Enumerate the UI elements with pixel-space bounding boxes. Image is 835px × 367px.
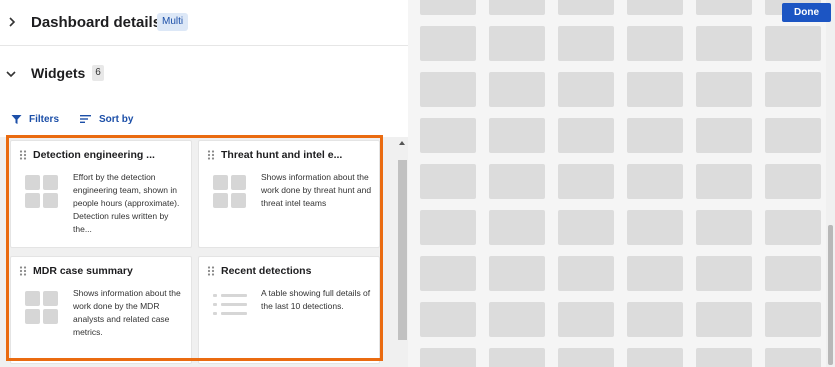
grid-placeholder-cell <box>696 302 752 337</box>
chevron-right-icon[interactable] <box>6 16 18 28</box>
canvas-scrollbar[interactable] <box>826 0 835 367</box>
widgets-title: Widgets <box>31 65 86 81</box>
widget-panel: Dashboard details Multi Widgets 6 Filter… <box>0 0 408 367</box>
grid-placeholder-cell <box>489 210 545 245</box>
grid-placeholder-cell <box>696 118 752 153</box>
widgets-section-header[interactable]: Widgets 6 <box>0 56 408 90</box>
filters-button[interactable]: Filters <box>11 111 59 127</box>
grid-placeholder-cell <box>558 26 614 61</box>
widget-list-scrollbar[interactable] <box>397 137 408 367</box>
grid-placeholder-cell <box>558 256 614 291</box>
grid-placeholder-cell <box>420 26 476 61</box>
grid-placeholder-cell <box>420 118 476 153</box>
grid-placeholder-cell <box>696 0 752 15</box>
grid-placeholder-cell <box>558 302 614 337</box>
grid-placeholder-cell <box>627 118 683 153</box>
grid-placeholder-cell <box>696 26 752 61</box>
grid-placeholder-cell <box>489 348 545 367</box>
multi-badge: Multi <box>157 13 189 31</box>
grid-placeholder-cell <box>765 118 821 153</box>
grid-placeholder-cell <box>558 348 614 367</box>
grid-placeholder-cell <box>558 118 614 153</box>
grid-placeholder-cell <box>489 0 545 15</box>
panel-header: Dashboard details Multi <box>0 0 408 46</box>
grid-placeholder-cell <box>558 0 614 15</box>
grid-placeholder-cell <box>489 118 545 153</box>
scroll-up-icon[interactable] <box>399 141 405 145</box>
grid-placeholder-cell <box>696 72 752 107</box>
grid-placeholder-cell <box>696 164 752 199</box>
grid-placeholder-cell <box>489 26 545 61</box>
grid-placeholder-cell <box>420 0 476 15</box>
grid-placeholder-cell <box>627 72 683 107</box>
scroll-thumb[interactable] <box>398 160 407 340</box>
grid-placeholder-cell <box>627 210 683 245</box>
grid-placeholder-cell <box>765 26 821 61</box>
grid-placeholder-cell <box>420 302 476 337</box>
grid-placeholder-cell <box>765 348 821 367</box>
widgets-count-badge: 6 <box>92 65 104 81</box>
done-button[interactable]: Done <box>782 3 831 22</box>
grid-placeholder-cell <box>765 72 821 107</box>
grid-placeholder-cell <box>558 210 614 245</box>
grid-placeholder-cell <box>765 256 821 291</box>
grid-placeholder-cell <box>558 72 614 107</box>
grid-placeholder-cell <box>420 348 476 367</box>
page-title: Dashboard details <box>31 14 162 31</box>
dashboard-editor: Dashboard details Multi Widgets 6 Filter… <box>0 0 835 367</box>
grid-placeholder-cell <box>627 0 683 15</box>
filters-label: Filters <box>29 113 60 125</box>
canvas-scroll-thumb[interactable] <box>828 225 833 365</box>
grid-placeholder-cell <box>627 302 683 337</box>
grid-placeholder-cell <box>489 256 545 291</box>
grid-placeholder-cell <box>765 164 821 199</box>
grid-placeholder-cell <box>696 210 752 245</box>
grid-placeholder-cell <box>696 348 752 367</box>
grid-placeholder-cell <box>627 256 683 291</box>
grid-placeholder-cell <box>627 348 683 367</box>
grid-placeholder-cell <box>558 164 614 199</box>
grid-placeholder-cell <box>627 26 683 61</box>
sort-by-label: Sort by <box>99 113 134 125</box>
chevron-down-icon[interactable] <box>5 68 17 80</box>
widget-toolbar: Filters Sort by <box>0 108 408 130</box>
grid-placeholder-cell <box>489 302 545 337</box>
grid-placeholder-cell <box>420 164 476 199</box>
grid-placeholder-cell <box>489 72 545 107</box>
grid-placeholder-cell <box>765 302 821 337</box>
selection-highlight <box>6 135 383 361</box>
grid-placeholder-cell <box>420 72 476 107</box>
sort-icon <box>80 115 91 123</box>
sort-by-button[interactable]: Sort by <box>80 111 133 127</box>
grid-placeholder-cell <box>489 164 545 199</box>
grid-placeholder-cell <box>765 210 821 245</box>
grid-placeholder-cell <box>696 256 752 291</box>
grid-placeholder-cell <box>420 256 476 291</box>
grid-placeholder-cell <box>627 164 683 199</box>
filter-icon <box>11 114 22 124</box>
dashboard-grid-canvas[interactable] <box>408 0 835 367</box>
grid-placeholder-cell <box>420 210 476 245</box>
